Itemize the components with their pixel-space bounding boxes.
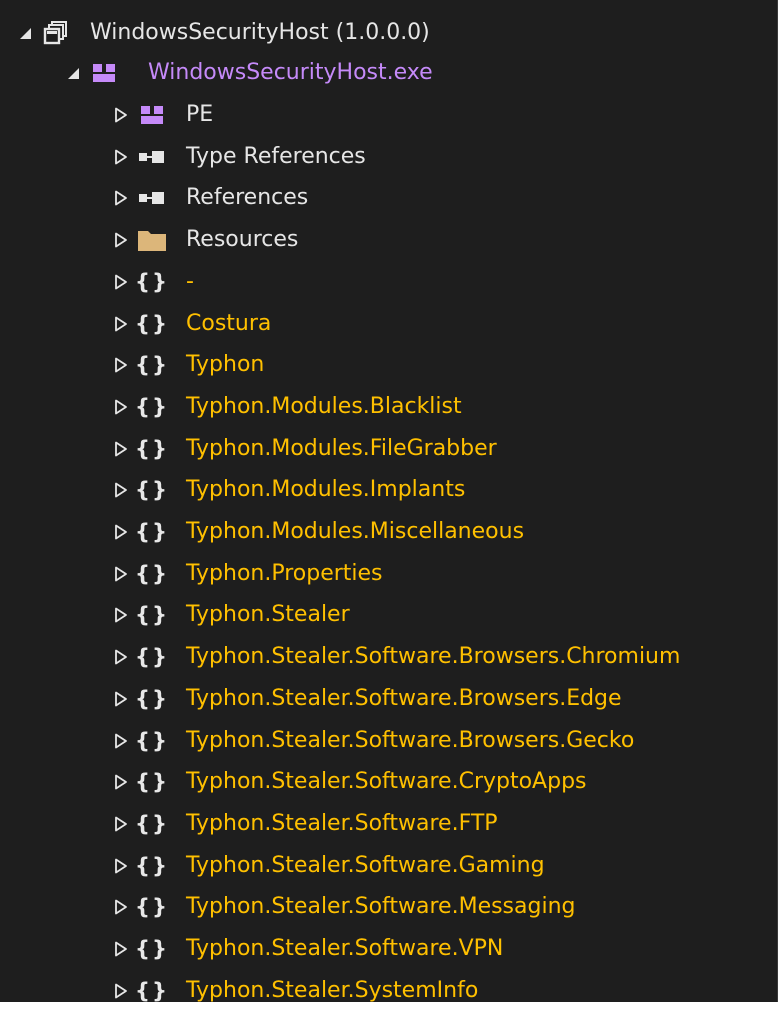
tree-node-ns[interactable]: {} Typhon.Modules.Miscellaneous [110, 512, 524, 552]
namespace-icon: {} [135, 270, 169, 294]
tree-node-label: Typhon.Stealer.Software.CryptoApps [186, 769, 587, 794]
collapsed-arrow-icon[interactable] [110, 387, 132, 427]
module-icon [84, 53, 124, 93]
namespace-icon: {} [135, 895, 169, 919]
collapsed-arrow-icon[interactable] [110, 262, 132, 302]
tree-node-label: - [186, 269, 194, 294]
assembly-icon [36, 13, 76, 53]
tree-node-label: Typhon.Stealer.Software.Browsers.Edge [186, 686, 622, 711]
tree-node-label: Typhon.Stealer.Software.Messaging [186, 894, 576, 919]
namespace-icon: {} [135, 520, 169, 544]
tree-node-ns[interactable]: {} Typhon.Stealer.Software.Browsers.Edge [110, 679, 622, 719]
tree-node-ns[interactable]: {} Typhon.Stealer.Software.FTP [110, 804, 498, 844]
collapsed-arrow-icon[interactable] [110, 595, 132, 635]
collapsed-arrow-icon[interactable] [110, 637, 132, 677]
collapsed-arrow-icon[interactable] [110, 846, 132, 886]
tree-node-ns[interactable]: {} Typhon [110, 345, 264, 385]
tree-node-module[interactable]: WindowsSecurityHost.exe [62, 53, 433, 93]
collapsed-arrow-icon[interactable] [110, 429, 132, 469]
collapsed-arrow-icon[interactable] [110, 887, 132, 927]
references-icon [132, 137, 172, 177]
tree-node-label: Typhon.Modules.Implants [186, 477, 466, 502]
module-icon [132, 95, 172, 135]
namespace-icon: {} [135, 979, 169, 1002]
namespace-icon: {} [135, 687, 169, 711]
namespace-icon: {} [135, 645, 169, 669]
collapsed-arrow-icon[interactable] [110, 762, 132, 802]
collapsed-arrow-icon[interactable] [110, 304, 132, 344]
tree-node-ns[interactable]: {} Typhon.Stealer.Software.CryptoApps [110, 762, 587, 802]
collapsed-arrow-icon[interactable] [110, 929, 132, 969]
tree-node-ref[interactable]: References [110, 178, 308, 218]
namespace-icon: {} [135, 812, 169, 836]
tree-node-label: References [186, 185, 309, 210]
namespace-icon: {} [135, 770, 169, 794]
tree-node-label: Typhon.Stealer.Software.FTP [186, 811, 498, 836]
tree-node-ns[interactable]: {} Typhon.Properties [110, 554, 383, 594]
collapsed-arrow-icon[interactable] [110, 721, 132, 761]
collapsed-arrow-icon[interactable] [110, 512, 132, 552]
tree-node-ref[interactable]: Type References [110, 137, 366, 177]
tree-node-folder[interactable]: Resources [110, 220, 298, 260]
tree-node-label: Typhon.Stealer.Software.Browsers.Gecko [186, 728, 635, 753]
namespace-icon: {} [135, 562, 169, 586]
tree-node-ns[interactable]: {} Typhon.Stealer [110, 595, 350, 635]
namespace-icon: {} [135, 353, 169, 377]
collapsed-arrow-icon[interactable] [110, 137, 132, 177]
collapsed-arrow-icon[interactable] [110, 95, 132, 135]
tree-node-label: Typhon.Properties [186, 561, 383, 586]
tree-node-label: Typhon.Stealer.SystemInfo [186, 978, 479, 1002]
assembly-label: WindowsSecurityHost (1.0.0.0) [90, 20, 430, 45]
namespace-icon: {} [135, 729, 169, 753]
namespace-icon: {} [135, 937, 169, 961]
tree-node-ns[interactable]: {} Typhon.Modules.Blacklist [110, 387, 462, 427]
assembly-explorer-tree: WindowsSecurityHost (1.0.0.0) WindowsSec… [0, 0, 778, 1002]
collapsed-arrow-icon[interactable] [110, 178, 132, 218]
namespace-icon: {} [135, 437, 169, 461]
collapsed-arrow-icon[interactable] [110, 470, 132, 510]
tree-node-pe[interactable]: PE [110, 95, 213, 135]
tree-node-label: Typhon.Modules.Miscellaneous [186, 519, 525, 544]
collapsed-arrow-icon[interactable] [110, 971, 132, 1002]
expanded-arrow-icon[interactable] [62, 53, 84, 93]
tree-node-label: Resources [186, 227, 299, 252]
tree-node-ns[interactable]: {} Typhon.Stealer.Software.Messaging [110, 887, 576, 927]
tree-node-label: Costura [186, 311, 272, 336]
collapsed-arrow-icon[interactable] [110, 220, 132, 260]
namespace-icon: {} [135, 312, 169, 336]
namespace-icon: {} [135, 395, 169, 419]
namespace-icon: {} [135, 603, 169, 627]
namespace-icon: {} [135, 478, 169, 502]
tree-node-assembly[interactable]: WindowsSecurityHost (1.0.0.0) [14, 13, 430, 53]
folder-icon [132, 220, 172, 260]
tree-node-ns[interactable]: {} Typhon.Stealer.Software.VPN [110, 929, 503, 969]
namespace-icon: {} [135, 854, 169, 878]
collapsed-arrow-icon[interactable] [110, 679, 132, 719]
collapsed-arrow-icon[interactable] [110, 804, 132, 844]
tree-node-ns[interactable]: {} Typhon.Stealer.Software.Browsers.Gecko [110, 721, 634, 761]
tree-node-ns[interactable]: {} Typhon.Modules.FileGrabber [110, 429, 497, 469]
tree-node-label: Typhon.Stealer.Software.Browsers.Chromiu… [186, 644, 681, 669]
tree-node-ns[interactable]: {} Typhon.Stealer.Software.Gaming [110, 846, 545, 886]
collapsed-arrow-icon[interactable] [110, 345, 132, 385]
tree-node-label: Typhon.Modules.Blacklist [186, 394, 462, 419]
tree-node-label: Typhon.Stealer.Software.VPN [186, 936, 504, 961]
tree-node-ns[interactable]: {} Costura [110, 304, 271, 344]
tree-node-label: Typhon.Stealer.Software.Gaming [186, 853, 545, 878]
collapsed-arrow-icon[interactable] [110, 554, 132, 594]
tree-node-ns[interactable]: {} Typhon.Stealer.SystemInfo [110, 971, 478, 1002]
tree-node-ns[interactable]: {} Typhon.Stealer.Software.Browsers.Chrom… [110, 637, 680, 677]
references-icon [132, 178, 172, 218]
module-label: WindowsSecurityHost.exe [148, 60, 433, 85]
expanded-arrow-icon[interactable] [14, 13, 36, 53]
tree-node-ns[interactable]: {} Typhon.Modules.Implants [110, 470, 465, 510]
tree-node-label: Typhon.Stealer [186, 602, 350, 627]
tree-node-label: Typhon [186, 352, 265, 377]
tree-node-ns[interactable]: {} - [110, 262, 194, 302]
tree-node-label: PE [186, 102, 214, 127]
tree-node-label: Typhon.Modules.FileGrabber [186, 436, 497, 461]
tree-node-label: Type References [186, 144, 366, 169]
